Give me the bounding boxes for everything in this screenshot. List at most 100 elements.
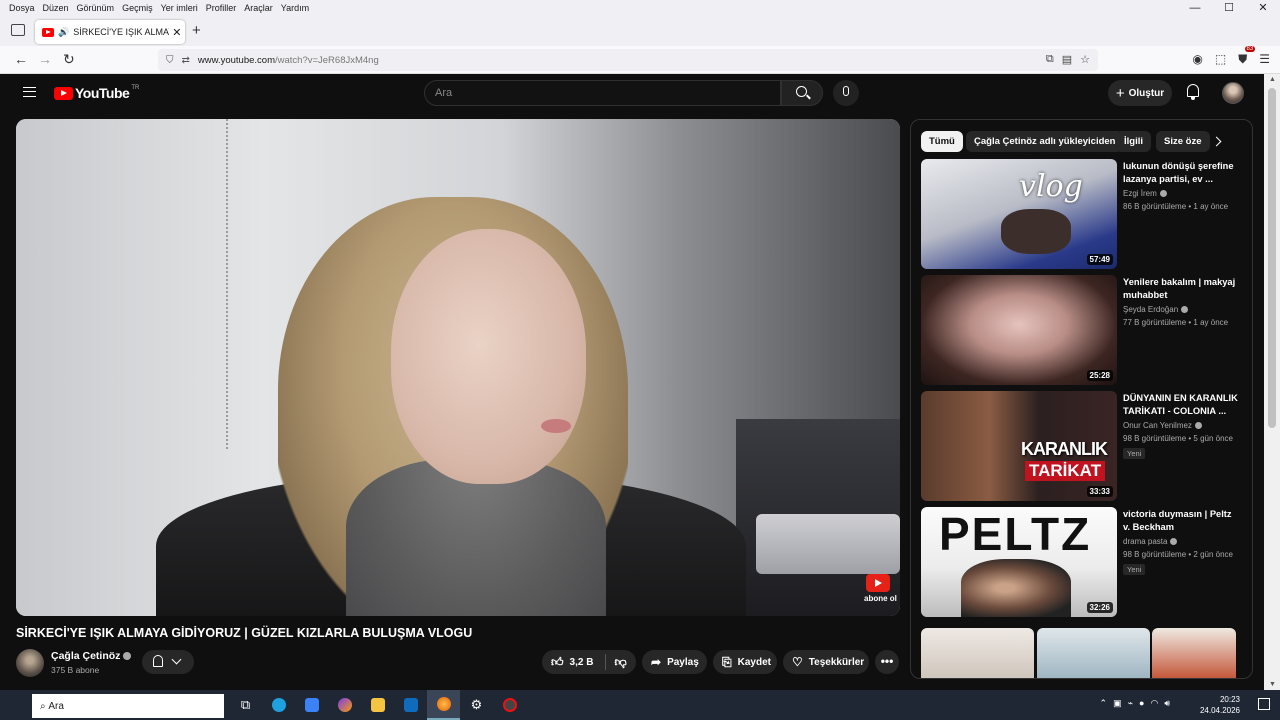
tab-close-button[interactable]: ✕	[172, 26, 181, 39]
account-icon[interactable]: ◉	[1192, 52, 1202, 67]
thanks-label: Teşekkürler	[808, 656, 865, 668]
recommendation-thumbnail[interactable]: PELTZ 32:26	[921, 507, 1117, 617]
tray-volume-icon[interactable]: 🔊︎	[1164, 698, 1170, 709]
task-view-icon[interactable]: ⧉	[229, 690, 262, 720]
browser-tab[interactable]: 🔊 SİRKECİ'YE IŞIK ALMAYA Gİ ✕	[35, 20, 185, 44]
ublock-extension-icon[interactable]: ⛊ 83	[1238, 46, 1256, 67]
recommendation-title[interactable]: victoria duymasın | Peltz v. Beckham	[1123, 508, 1241, 534]
recommendation-channel: drama pasta	[1123, 537, 1178, 546]
channel-name[interactable]: Çağla Çetinöz	[51, 650, 132, 662]
menu-history[interactable]: Geçmiş	[122, 3, 153, 13]
shorts-thumbnail[interactable]	[1152, 628, 1236, 678]
firefox-icon[interactable]	[427, 690, 460, 720]
recommendation-channel-text: drama pasta	[1123, 537, 1168, 546]
subscription-notifications-button[interactable]	[142, 650, 194, 674]
youtube-logo[interactable]: YouTube TR	[54, 85, 139, 101]
store-icon[interactable]	[295, 690, 328, 720]
speaker-icon[interactable]: 🔊	[58, 27, 69, 38]
taskbar-clock[interactable]: 20:23 24.04.2026	[1200, 694, 1240, 716]
settings-gear-icon[interactable]: ⚙	[460, 690, 493, 720]
menu-edit[interactable]: Düzen	[43, 3, 69, 13]
bookmark-star-icon[interactable]: ☆	[1080, 53, 1090, 66]
search-button[interactable]	[781, 80, 823, 106]
mail-icon[interactable]	[394, 690, 427, 720]
edge-browser-icon[interactable]	[262, 690, 295, 720]
like-dislike-group: 👍︎ 3,2 B 👎︎	[542, 650, 636, 674]
chip-related[interactable]: İlgili	[1116, 131, 1151, 152]
create-button[interactable]: + Oluştur	[1108, 80, 1172, 106]
chevron-down-icon	[171, 654, 182, 665]
extension-badge: 83	[1244, 46, 1256, 52]
notifications-bell-icon[interactable]	[1187, 84, 1199, 100]
voice-search-button[interactable]	[833, 80, 859, 106]
new-tab-button[interactable]: +	[192, 22, 201, 39]
share-label: Paylaş	[667, 656, 699, 668]
chip-all[interactable]: Tümü	[921, 131, 963, 152]
recommendation-thumbnail[interactable]: KARANLIK TARİKAT 33:33	[921, 391, 1117, 501]
thumbs-up-icon[interactable]: 👍︎	[551, 655, 564, 670]
recommendation-title[interactable]: Yenilere bakalım | makyaj muhabbet	[1123, 276, 1241, 302]
url-bar[interactable]: ⛉ ⇄ www.youtube.com/watch?v=JeR68JxM4ng …	[158, 49, 1098, 71]
chip-for-you[interactable]: Size öze	[1156, 131, 1210, 152]
close-window-button[interactable]: ✕	[1246, 0, 1280, 16]
copilot-icon[interactable]	[328, 690, 361, 720]
menu-file[interactable]: Dosya	[9, 3, 35, 13]
picture-in-picture-icon[interactable]: ⧉	[1046, 53, 1054, 66]
duration-badge: 57:49	[1086, 254, 1113, 265]
file-explorer-icon[interactable]	[361, 690, 394, 720]
menu-help[interactable]: Yardım	[281, 3, 309, 13]
more-actions-button[interactable]: •••	[875, 650, 899, 674]
tray-network-icon[interactable]: ⌁	[1128, 698, 1133, 709]
notification-center-icon[interactable]	[1258, 698, 1270, 710]
thumbnail-figure	[961, 559, 1071, 617]
forward-button[interactable]: →	[38, 51, 52, 67]
menu-tools[interactable]: Araçlar	[244, 3, 273, 13]
chip-from-uploader[interactable]: Çağla Çetinöz adlı yükleyiciden	[966, 131, 1124, 152]
menu-bookmarks[interactable]: Yer imleri	[161, 3, 198, 13]
recommendation-item[interactable]: PELTZ 32:26 victoria duymasın | Peltz v.…	[921, 507, 1241, 617]
save-button[interactable]: ⎘ Kaydet	[713, 650, 777, 674]
page-scrollbar[interactable]: ▲ ▼	[1264, 74, 1280, 690]
like-count[interactable]: 3,2 B	[570, 657, 594, 668]
url-text[interactable]: www.youtube.com/watch?v=JeR68JxM4ng	[198, 55, 379, 66]
recommendation-item[interactable]: KARANLIK TARİKAT 33:33 DÜNYANIN EN KARAN…	[921, 391, 1241, 501]
recommendation-thumbnail[interactable]: 25:28	[921, 275, 1117, 385]
minimize-button[interactable]: —	[1178, 0, 1212, 16]
menu-view[interactable]: Görünüm	[77, 3, 115, 13]
search-input[interactable]	[425, 81, 780, 105]
shorts-thumbnail[interactable]	[1037, 628, 1150, 678]
channel-avatar[interactable]	[16, 649, 44, 677]
permissions-icon[interactable]: ⇄	[182, 55, 190, 66]
recommendation-title[interactable]: lukunun dönüşü şerefine lazanya partisi,…	[1123, 160, 1241, 186]
share-button[interactable]: ➦ Paylaş	[642, 650, 707, 674]
tab-list-icon[interactable]	[11, 24, 25, 36]
scroll-up-arrow-icon[interactable]: ▲	[1269, 76, 1276, 83]
video-player[interactable]: abone ol	[16, 119, 900, 616]
maximize-button[interactable]: ☐	[1212, 0, 1246, 16]
app-menu-icon[interactable]: ☰	[1259, 52, 1270, 67]
tray-mic-icon[interactable]: ●	[1139, 698, 1144, 709]
tray-app-icon[interactable]: ▣	[1113, 698, 1122, 709]
taskbar-search[interactable]: ⌕ Ara	[32, 694, 224, 718]
scroll-down-arrow-icon[interactable]: ▼	[1269, 681, 1276, 688]
recommendation-item[interactable]: vlog 57:49 lukunun dönüşü şerefine lazan…	[921, 159, 1241, 269]
scrollbar-thumb[interactable]	[1268, 88, 1276, 428]
account-avatar[interactable]	[1222, 82, 1244, 104]
thumbs-down-icon[interactable]: 👎︎	[614, 655, 626, 670]
recorder-app-icon[interactable]	[493, 690, 526, 720]
shorts-thumbnail[interactable]	[921, 628, 1034, 678]
reload-button[interactable]: ↻	[63, 51, 75, 68]
menu-profiles[interactable]: Profiller	[206, 3, 237, 13]
reader-view-icon[interactable]: ▤	[1062, 53, 1072, 66]
guide-menu-icon[interactable]	[23, 87, 36, 97]
back-button[interactable]: ←	[14, 51, 28, 67]
subscribe-watermark-icon[interactable]	[866, 574, 890, 592]
recommendation-item[interactable]: 25:28 Yenilere bakalım | makyaj muhabbet…	[921, 275, 1241, 385]
extensions-icon[interactable]: ⬚	[1215, 52, 1226, 67]
recommendation-thumbnail[interactable]: vlog 57:49	[921, 159, 1117, 269]
shield-icon[interactable]: ⛉	[166, 55, 174, 66]
recommendation-title[interactable]: DÜNYANIN EN KARANLIK TARİKATI - COLONIA …	[1123, 392, 1241, 418]
tray-wifi-icon[interactable]: ◠	[1150, 698, 1158, 709]
tray-chevron-up-icon[interactable]: ⌃	[1100, 698, 1108, 709]
thanks-button[interactable]: ♡ Teşekkürler	[783, 650, 869, 674]
